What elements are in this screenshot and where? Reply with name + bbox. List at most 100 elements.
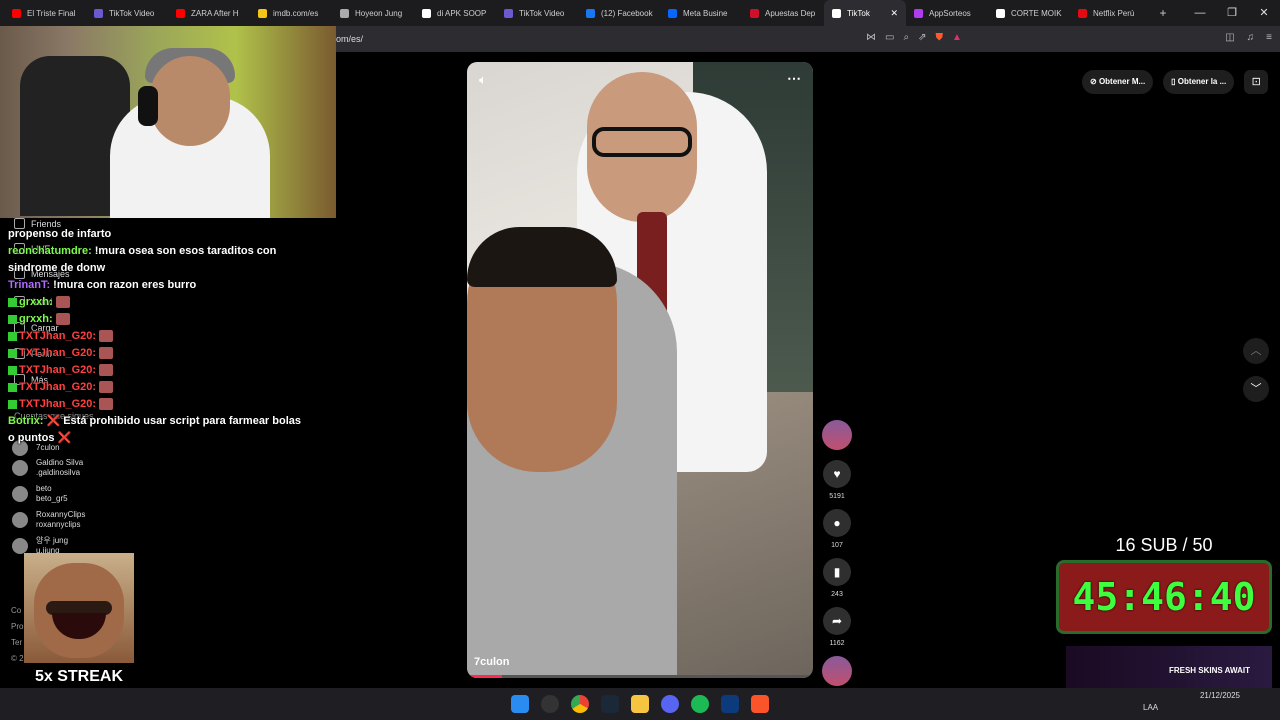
browser-tab[interactable]: Hoyeon Jung	[332, 0, 414, 26]
chrome-icon[interactable]	[571, 695, 589, 713]
taskbar: LAA 21/12/2025	[0, 688, 1280, 720]
speaker-icon[interactable]: 🔈︎	[479, 72, 487, 88]
obs-icon[interactable]	[541, 695, 559, 713]
chat-message: TXTJhan_G20:	[8, 362, 308, 379]
sidebar-toggle-icon[interactable]: ◫	[1225, 32, 1234, 43]
video-player[interactable]: 🔈︎ ⋯ 7culon	[467, 62, 813, 678]
browser-tab[interactable]: AppSorteos	[906, 0, 988, 26]
spotify-icon[interactable]	[691, 695, 709, 713]
account-name: Galdino Silva	[36, 458, 84, 467]
minimize-button[interactable]: —	[1184, 0, 1216, 26]
chat-username[interactable]: TXTJhan_G20:	[19, 330, 96, 342]
reader-icon[interactable]: ▭	[885, 32, 894, 43]
creator-avatar[interactable]	[822, 420, 852, 450]
toolbar-right: ◫ ♫ ≡	[1225, 32, 1272, 43]
brave-shield-icon[interactable]: ⛊	[935, 32, 943, 43]
get-coins-button[interactable]: ⊘ Obtener M...	[1082, 70, 1154, 94]
tab-title: (12) Facebook	[601, 8, 653, 18]
footer-link[interactable]: Ter	[11, 635, 24, 651]
footer-link[interactable]: Pro	[11, 619, 24, 635]
browser-tab[interactable]: Meta Busine	[660, 0, 742, 26]
browser-tab[interactable]: Netflix Perú	[1070, 0, 1152, 26]
close-tab-icon[interactable]: ✕	[890, 8, 898, 19]
mute-tab-icon[interactable]: ⋈	[866, 32, 876, 43]
browser-tab[interactable]: (12) Facebook	[578, 0, 660, 26]
video-progress-bar[interactable]	[467, 675, 813, 678]
account-name: RoxannyClips	[36, 510, 86, 519]
tab-title: Apuestas Dep	[765, 8, 816, 18]
folder-icon[interactable]	[631, 695, 649, 713]
zoom-icon[interactable]: ⌕	[903, 32, 909, 43]
chat-username[interactable]: reonchatumdre:	[8, 245, 92, 257]
like-button[interactable]: ♥	[823, 460, 851, 488]
steam-icon[interactable]	[601, 695, 619, 713]
webcam-feed	[0, 26, 336, 218]
editor-icon[interactable]	[721, 695, 739, 713]
sub-badge-icon	[8, 382, 17, 392]
url-text[interactable]: om/es/	[336, 34, 363, 44]
streak-label: 5x STREAK	[34, 668, 124, 685]
tab-title: TikTok Video	[519, 8, 565, 18]
discord-icon[interactable]	[661, 695, 679, 713]
followed-account[interactable]: RoxannyClips roxannyclips	[12, 510, 85, 530]
chat-username[interactable]: TXTJhan_G20:	[19, 398, 96, 410]
language-indicator[interactable]: LAA	[1143, 703, 1158, 712]
chat-username[interactable]: grxxh:	[19, 313, 53, 325]
comment-button[interactable]: ●	[823, 509, 851, 537]
menu-icon[interactable]: ≡	[1266, 32, 1272, 43]
url-icons: ⋈ ▭ ⌕ ⇗ ⛊ ▲	[866, 32, 962, 43]
sub-goal: 16 SUB / 50	[1115, 535, 1213, 555]
save-button[interactable]: ▮	[823, 558, 851, 586]
inbox-icon[interactable]: ⊡	[1244, 70, 1269, 94]
browser-tab[interactable]: ZARA After H	[168, 0, 250, 26]
music-disc-avatar[interactable]	[822, 656, 852, 686]
followed-account[interactable]: Galdino Silva .galdinosilva	[12, 458, 83, 478]
like-count: 5191	[829, 493, 845, 500]
brave-rewards-icon[interactable]: ▲	[952, 32, 962, 43]
chat-username[interactable]: TXTJhan_G20:	[19, 381, 96, 393]
chat-username[interactable]: TrinanT:	[8, 279, 50, 291]
window-controls: — ❐ ✕	[1184, 0, 1280, 26]
tab-favicon-icon	[586, 8, 595, 18]
browser-tab[interactable]: TikTok Video	[496, 0, 578, 26]
emote-icon	[55, 296, 70, 309]
browser-tab[interactable]: TikTok Video	[86, 0, 168, 26]
tab-favicon-icon	[340, 8, 349, 18]
browser-tab[interactable]: di APK SOOP	[414, 0, 496, 26]
sub-badge-icon	[8, 365, 17, 375]
browser-tab[interactable]: Apuestas Dep	[742, 0, 824, 26]
brave-icon[interactable]	[751, 695, 769, 713]
chat-message: TXTJhan_G20:	[8, 379, 308, 396]
chat-username[interactable]: TXTJhan_G20:	[19, 347, 96, 359]
maximize-button[interactable]: ❐	[1216, 0, 1248, 26]
browser-tab[interactable]: imdb.com/es	[250, 0, 332, 26]
windows-start-icon[interactable]	[511, 695, 529, 713]
browser-tab[interactable]: CORTE MOIK	[988, 0, 1070, 26]
footer-link[interactable]: Co	[11, 603, 24, 619]
new-tab-button[interactable]: +	[1152, 6, 1174, 20]
chat-message: grxxh:	[8, 294, 308, 311]
share-icon[interactable]: ⇗	[918, 32, 926, 43]
tab-favicon-icon	[996, 8, 1005, 18]
media-icon[interactable]: ♫	[1247, 32, 1255, 43]
chat-username[interactable]: Botrix:	[8, 415, 43, 427]
close-window-button[interactable]: ✕	[1248, 0, 1280, 26]
followed-account[interactable]: beto beto_gr5	[12, 484, 68, 504]
system-clock[interactable]: 21/12/2025	[1200, 690, 1240, 702]
video-author[interactable]: 7culon	[474, 656, 509, 668]
chat-message: TrinanT: !mura con razon eres burro	[8, 277, 308, 294]
chat-message: grxxh:	[8, 311, 308, 328]
browser-tab[interactable]: TikTok ✕	[824, 0, 906, 26]
chat-username[interactable]: grxxh:	[19, 296, 53, 308]
footer-link[interactable]: © 2	[11, 651, 24, 667]
chat-username[interactable]: TXTJhan_G20:	[19, 364, 96, 376]
more-options-button[interactable]: ⋯	[787, 70, 801, 87]
get-app-button[interactable]: ▯ Obtener la ...	[1163, 70, 1235, 94]
bookmark-icon: ▮	[833, 565, 841, 579]
browser-tab[interactable]: El Triste Final	[4, 0, 86, 26]
avatar	[12, 486, 28, 502]
share-button[interactable]: ➦	[823, 607, 851, 635]
tab-favicon-icon	[176, 8, 185, 18]
next-video-button[interactable]: ﹀	[1243, 376, 1269, 402]
previous-video-button[interactable]: ︿	[1243, 338, 1269, 364]
